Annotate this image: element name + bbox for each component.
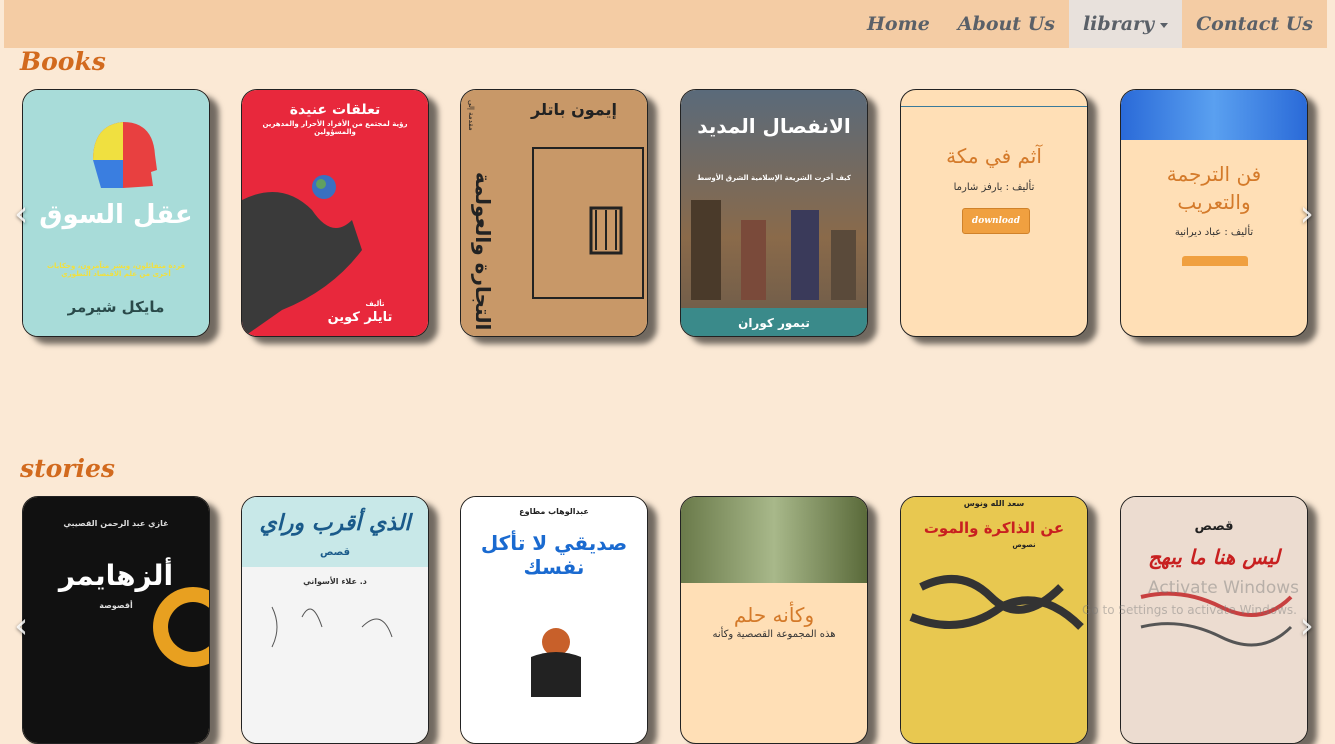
person-illustration [531, 628, 581, 697]
books-carousel: عقل السوق قردة متفائلون، وبشر متآمرون، و… [14, 89, 1314, 339]
book-card[interactable]: إيمون باتلر التجارة والعولمة مقدمة إلى [460, 89, 648, 337]
sketch-illustration [271, 606, 393, 648]
book-title: آثم في مكة [946, 144, 1042, 168]
caret-down-icon [1160, 22, 1169, 28]
carousel-prev-icon[interactable]: ‹ [14, 194, 28, 235]
book-card[interactable]: عقل السوق قردة متفائلون، وبشر متآمرون، و… [22, 89, 210, 337]
book-blurb: قردة متفائلون، وبشر متآمرون، وحكايات أخر… [46, 262, 186, 278]
story-card[interactable]: الذي أقرب وراي قصص د. علاء الأسواني [241, 496, 429, 744]
story-blurb: هذه المجموعة القصصية وكأنه [712, 629, 836, 640]
story-title: وكأنه حلم [733, 603, 815, 627]
brush-art [909, 575, 1084, 630]
nav-about-link[interactable]: About Us [944, 0, 1069, 48]
nav-library-dropdown[interactable]: library [1068, 0, 1183, 48]
books-section-title: Books [20, 47, 106, 76]
cover-art [153, 587, 209, 667]
nav-library-label: library [1082, 13, 1155, 35]
story-card[interactable]: وكأنه حلم هذه المجموعة القصصية وكأنه [680, 496, 868, 744]
book-author: تأليف : بارفز شارما [953, 182, 1035, 193]
story-card[interactable]: غازي عبد الرحمن القصيبي ألزهايمر أقصوصة [22, 496, 210, 744]
book-cover: الانفصال المديد كيف أخرت الشريعة الإسلام… [681, 90, 867, 336]
story-cover: قصص ليس هنا ما يبهج [1121, 497, 1307, 743]
market-scene-illustration [681, 200, 867, 336]
nav-menu: Home About Us library Contact Us [853, 0, 1327, 48]
book-card[interactable]: الانفصال المديد كيف أخرت الشريعة الإسلام… [680, 89, 868, 337]
pattern-art [1140, 591, 1293, 647]
container-illustration [532, 147, 644, 299]
nav-home-link[interactable]: Home [853, 0, 944, 48]
stories-section-title: stories [20, 454, 115, 483]
book-author: تايلر كوين [327, 310, 393, 325]
book-title: عقل السوق [39, 200, 193, 230]
book-cover: إيمون باتلر التجارة والعولمة مقدمة إلى [461, 90, 647, 336]
activate-windows-hint: Go to Settings to activate Windows. [1082, 603, 1297, 617]
divider [901, 106, 1087, 107]
stories-carousel: غازي عبد الرحمن القصيبي ألزهايمر أقصوصة … [14, 496, 1314, 744]
book-cover: تعلقات عنيدة رؤية لمجتمع من الأفراد الأح… [242, 90, 428, 336]
story-card[interactable]: عبدالوهاب مطاوع صديقي لا تأكل نفسك [460, 496, 648, 744]
story-cover: غازي عبد الرحمن القصيبي ألزهايمر أقصوصة [23, 497, 209, 743]
download-button[interactable] [1182, 256, 1248, 266]
carousel-next-icon[interactable]: › [1300, 194, 1314, 235]
story-cover: الذي أقرب وراي قصص د. علاء الأسواني [242, 497, 428, 743]
book-title: فن الترجمة والتعريب [1166, 162, 1262, 214]
book-author: تيمور كوران [738, 316, 810, 330]
story-card[interactable]: سعد الله ونوس عن الذاكرة والموت نصوص [900, 496, 1088, 744]
story-card[interactable]: قصص ليس هنا ما يبهج [1120, 496, 1308, 744]
book-author: مايكل شيرمر [67, 298, 165, 316]
carousel-prev-icon[interactable]: ‹ [14, 606, 28, 647]
book-cover: عقل السوق قردة متفائلون، وبشر متآمرون، و… [23, 90, 209, 336]
book-card[interactable]: فن الترجمة والتعريب تأليف : عباد ديرانية [1120, 89, 1308, 337]
story-cover: عبدالوهاب مطاوع صديقي لا تأكل نفسك [461, 497, 647, 743]
book-card[interactable]: آثم في مكة تأليف : بارفز شارما download [900, 89, 1088, 337]
book-card[interactable]: تعلقات عنيدة رؤية لمجتمع من الأفراد الأح… [241, 89, 429, 337]
activate-windows-watermark: Activate Windows [1148, 578, 1299, 598]
book-author: تأليف : عباد ديرانية [1174, 227, 1254, 238]
top-navbar: Home About Us library Contact Us [4, 0, 1327, 48]
carousel-next-icon[interactable]: › [1300, 606, 1314, 647]
story-cover: سعد الله ونوس عن الذاكرة والموت نصوص [901, 497, 1087, 743]
download-button[interactable]: download [962, 208, 1030, 234]
author-prefix: تأليف [365, 300, 385, 308]
cover-image [681, 497, 867, 583]
cover-image [1121, 90, 1307, 140]
nav-contact-link[interactable]: Contact Us [1182, 0, 1327, 48]
